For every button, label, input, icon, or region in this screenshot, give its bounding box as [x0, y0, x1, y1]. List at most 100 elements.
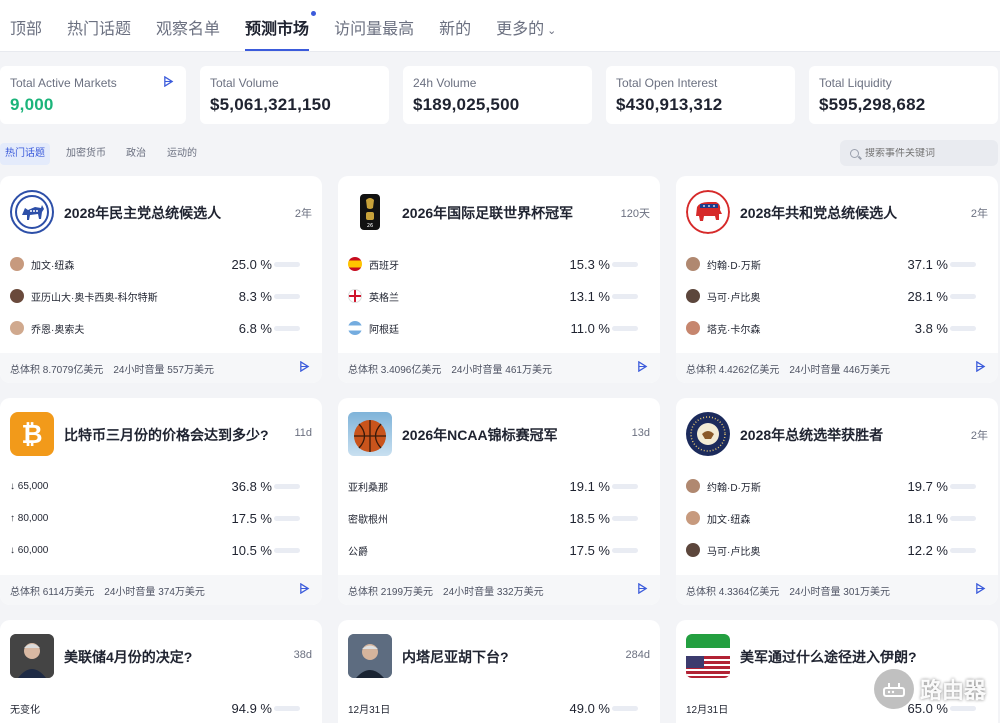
- tab-hot-topics[interactable]: 热门话题: [67, 15, 131, 51]
- volume-24h: 24小时音量 374万美元: [104, 586, 205, 598]
- market-card-dem-nominee[interactable]: 2028年民主党总统候选人 2年 加文·纽森 25.0 % 亚历山大·奥卡西奥-…: [0, 176, 322, 383]
- outcome-row[interactable]: 约翰·D·万斯 37.1 %: [686, 248, 988, 280]
- avatar: [686, 479, 700, 493]
- card-footer: 总体积 2199万美元 24小时音量 332万美元: [338, 575, 660, 605]
- probability-bar: [612, 705, 638, 711]
- presidential-seal-icon: [686, 412, 730, 456]
- outcome-name: 无变化: [10, 704, 40, 716]
- share-icon[interactable]: [163, 75, 174, 90]
- outcome-row[interactable]: 英格兰 13.1 %: [348, 280, 650, 312]
- outcome-row[interactable]: 马可·卢比奥 12.2 %: [686, 534, 988, 566]
- avatar: [686, 511, 700, 525]
- total-volume: 总体积 4.3364亿美元: [686, 586, 780, 598]
- card-title[interactable]: 2028年民主党总统候选人: [64, 203, 221, 223]
- outcome-name: 西班牙: [369, 260, 399, 272]
- avatar: [10, 289, 24, 303]
- outcome-name: 亚利桑那: [348, 482, 388, 494]
- bitcoin-icon: ₿: [10, 412, 54, 456]
- filter-hot-topics[interactable]: 热门话题: [0, 143, 50, 165]
- outcome-row[interactable]: 塔克·卡尔森 3.8 %: [686, 312, 988, 344]
- share-icon[interactable]: [975, 582, 986, 597]
- tab-watchlist[interactable]: 观察名单: [156, 15, 220, 51]
- stat-24h-volume: 24h Volume $189,025,500: [403, 66, 592, 124]
- chevron-down-icon: ⌄: [547, 25, 557, 37]
- probability-bar: [612, 261, 638, 267]
- outcome-percent: 28.1 %: [907, 288, 948, 304]
- outcome-row[interactable]: 亚历山大·奥卡西奥-科尔特斯 8.3 %: [10, 280, 312, 312]
- share-icon[interactable]: [637, 360, 648, 375]
- outcome-row[interactable]: ↑ 80,000 17.5 %: [10, 502, 312, 534]
- filter-sports[interactable]: 运动的: [162, 143, 202, 165]
- outcome-row[interactable]: 约翰·D·万斯 19.7 %: [686, 470, 988, 502]
- share-icon[interactable]: [299, 360, 310, 375]
- outcome-name: 马可·卢比奥: [707, 546, 761, 558]
- card-title[interactable]: 2026年NCAA锦标赛冠军: [402, 425, 558, 445]
- outcome-row[interactable]: ↓ 65,000 36.8 %: [10, 470, 312, 502]
- card-time-left: 120天: [620, 208, 650, 220]
- probability-bar: [274, 547, 300, 553]
- search-box[interactable]: [840, 140, 998, 166]
- outcome-row[interactable]: 公爵 17.5 %: [348, 534, 650, 566]
- card-title[interactable]: 2028年共和党总统候选人: [740, 203, 897, 223]
- tab-more[interactable]: 更多的 ⌄: [496, 15, 556, 51]
- card-footer: 总体积 6114万美元 24小时音量 374万美元: [0, 575, 322, 605]
- avatar: [10, 257, 24, 271]
- outcome-row[interactable]: 马可·卢比奥 28.1 %: [686, 280, 988, 312]
- card-title[interactable]: 美军通过什么途径进入伊朗?: [740, 647, 917, 667]
- card-time-left: 38d: [293, 649, 312, 661]
- outcome-row[interactable]: 加文·纽森 18.1 %: [686, 502, 988, 534]
- outcome-row[interactable]: 乔恩·奥索夫 6.8 %: [10, 312, 312, 344]
- stat-liquidity: Total Liquidity $595,298,682: [809, 66, 998, 124]
- outcome-row[interactable]: 西班牙 15.3 %: [348, 248, 650, 280]
- outcome-row[interactable]: 无变化 94.9 %: [10, 692, 312, 723]
- card-title[interactable]: 2026年国际足联世界杯冠军: [402, 203, 573, 223]
- probability-bar: [274, 293, 300, 299]
- market-card-presidential-winner[interactable]: 2028年总统选举获胜者 2年 约翰·D·万斯 19.7 % 加文·纽森 18.…: [676, 398, 998, 605]
- card-title[interactable]: 2028年总统选举获胜者: [740, 425, 883, 445]
- outcome-row[interactable]: 密歇根州 18.5 %: [348, 502, 650, 534]
- probability-bar: [274, 515, 300, 521]
- share-icon[interactable]: [637, 582, 648, 597]
- market-card-world-cup[interactable]: 26 2026年国际足联世界杯冠军 120天 西班牙 15.3 % 英格兰 13…: [338, 176, 660, 383]
- share-icon[interactable]: [975, 360, 986, 375]
- outcome-row[interactable]: 加文·纽森 25.0 %: [10, 248, 312, 280]
- filter-crypto[interactable]: 加密货币: [61, 143, 111, 165]
- share-icon[interactable]: [299, 582, 310, 597]
- outcome-name: 马可·卢比奥: [707, 292, 761, 304]
- tab-prediction-markets[interactable]: 预测市场: [245, 11, 317, 51]
- outcome-percent: 13.1 %: [569, 288, 610, 304]
- probability-bar: [274, 325, 300, 331]
- outcome-percent: 8.3 %: [238, 288, 272, 304]
- search-icon: [850, 148, 859, 158]
- market-card-netanyahu[interactable]: 内塔尼亚胡下台? 284d 12月31日 49.0 %: [338, 620, 660, 723]
- card-title[interactable]: 美联储4月份的决定?: [64, 647, 192, 667]
- search-input[interactable]: [865, 147, 985, 159]
- card-title[interactable]: 比特币三月份的价格会达到多少?: [64, 425, 269, 445]
- probability-bar: [612, 483, 638, 489]
- tab-new[interactable]: 新的: [439, 15, 471, 51]
- outcome-row[interactable]: 亚利桑那 19.1 %: [348, 470, 650, 502]
- total-volume: 总体积 2199万美元: [348, 586, 434, 598]
- filter-politics[interactable]: 政治: [121, 143, 151, 165]
- netanyahu-icon: [348, 634, 392, 678]
- tab-top[interactable]: 顶部: [10, 15, 42, 51]
- market-card-fed-april[interactable]: 美联储4月份的决定? 38d 无变化 94.9 %: [0, 620, 322, 723]
- card-title[interactable]: 内塔尼亚胡下台?: [402, 647, 509, 667]
- market-card-bitcoin-march[interactable]: ₿ 比特币三月份的价格会达到多少? 11d ↓ 65,000 36.8 % ↑ …: [0, 398, 322, 605]
- probability-bar: [950, 261, 976, 267]
- stat-value: $430,913,312: [616, 95, 723, 114]
- outcome-row[interactable]: ↓ 60,000 10.5 %: [10, 534, 312, 566]
- market-card-ncaa[interactable]: 2026年NCAA锦标赛冠军 13d 亚利桑那 19.1 % 密歇根州 18.5…: [338, 398, 660, 605]
- outcome-row[interactable]: 阿根廷 11.0 %: [348, 312, 650, 344]
- outcome-row[interactable]: 12月31日 49.0 %: [348, 692, 650, 723]
- outcome-percent: 11.0 %: [570, 320, 610, 336]
- outcome-name: 密歇根州: [348, 514, 388, 526]
- probability-bar: [612, 325, 638, 331]
- new-dot-icon: [311, 11, 317, 16]
- tab-most-visited[interactable]: 访问量最高: [334, 15, 414, 51]
- svg-text:26: 26: [367, 223, 373, 229]
- outcome-percent: 49.0 %: [569, 700, 610, 716]
- outcome-percent: 3.8 %: [914, 320, 948, 336]
- market-card-gop-nominee[interactable]: 2028年共和党总统候选人 2年 约翰·D·万斯 37.1 % 马可·卢比奥 2…: [676, 176, 998, 383]
- stat-value: 9,000: [10, 95, 54, 114]
